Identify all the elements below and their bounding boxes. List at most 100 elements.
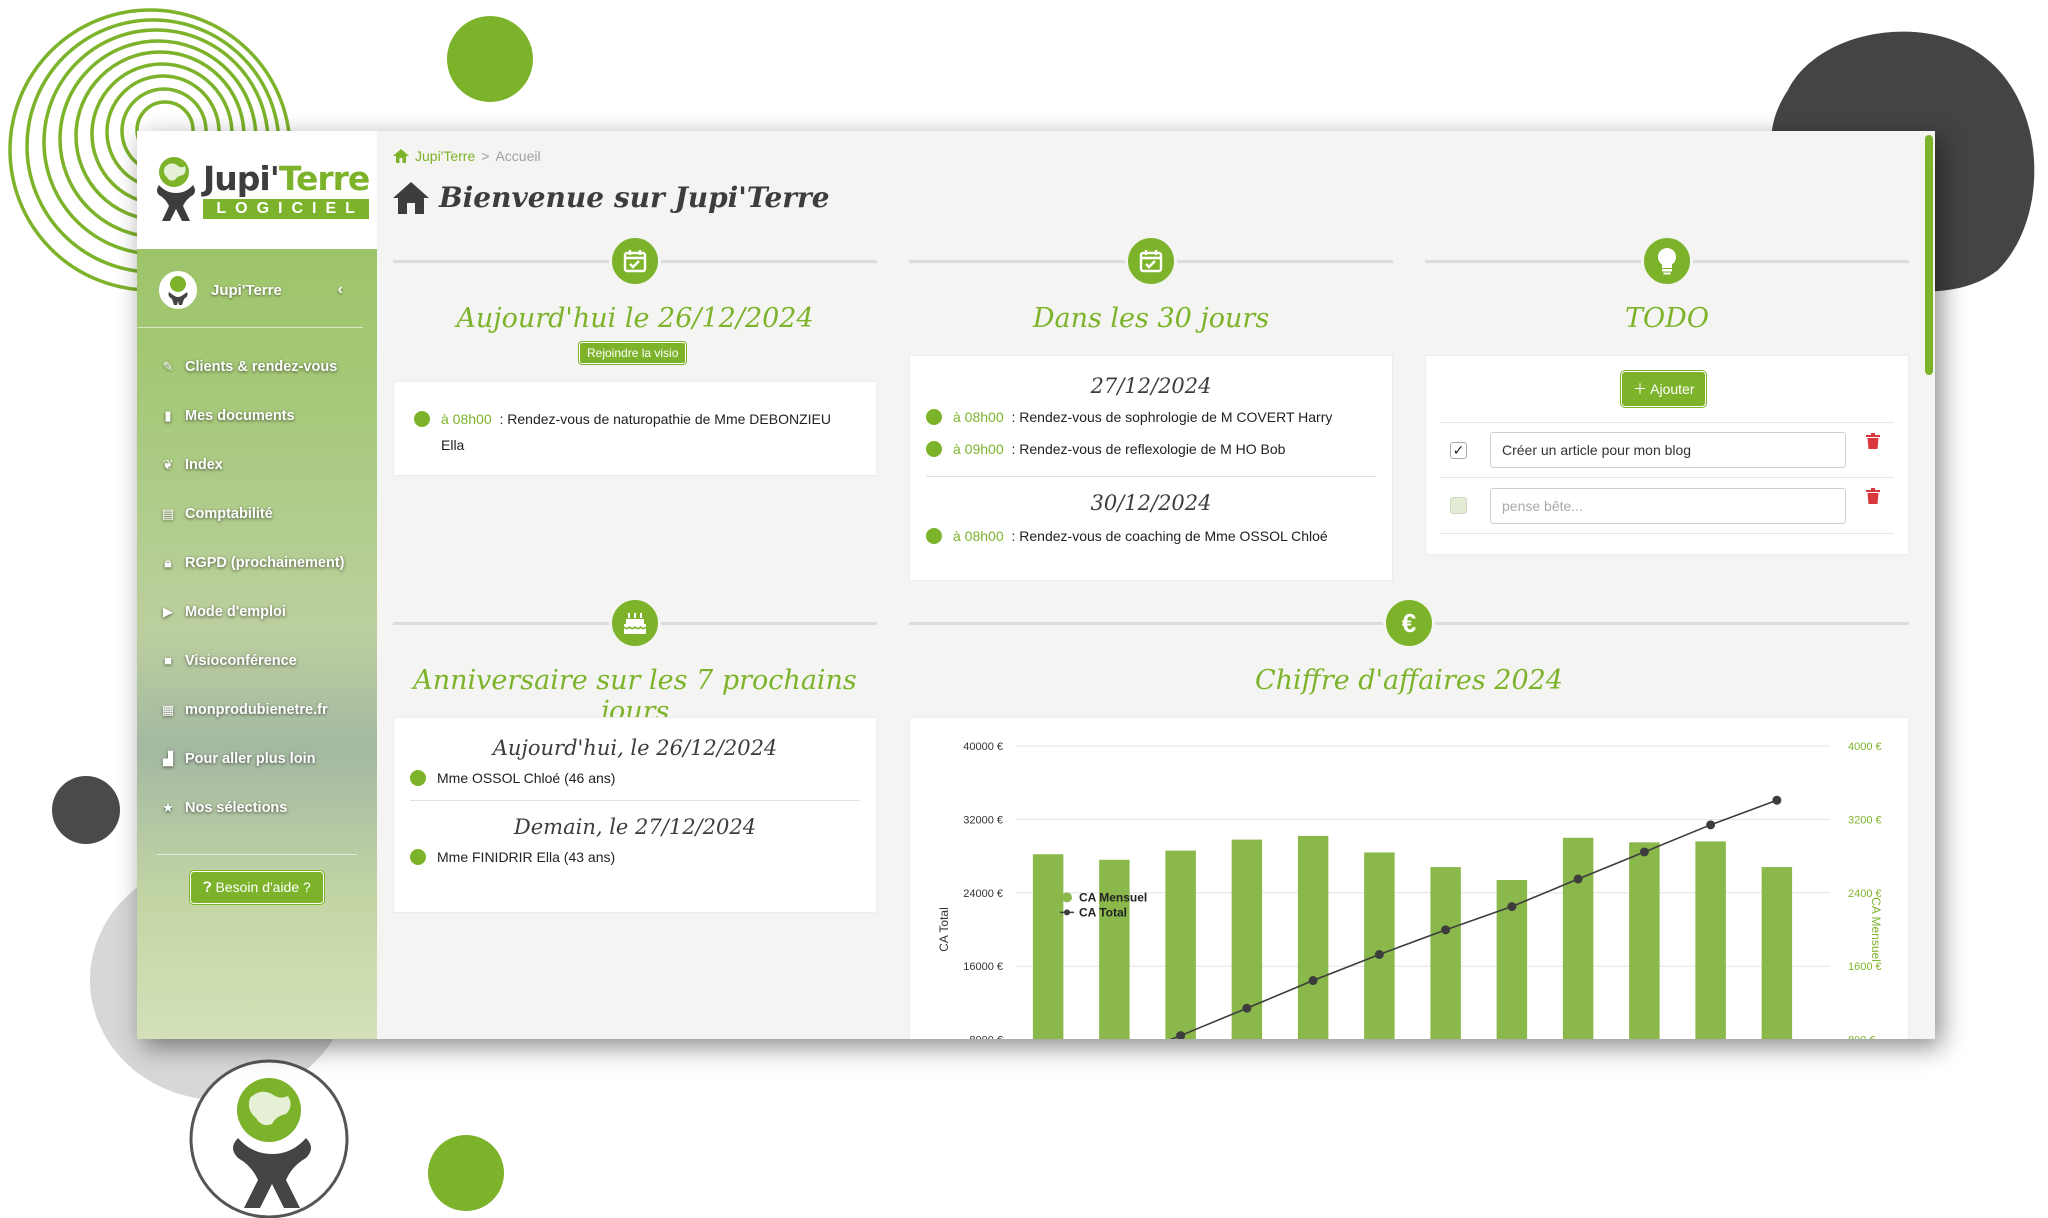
list-item[interactable]: à 08h00 : Rendez-vous de coaching de Mme…: [926, 523, 1376, 549]
day-heading: Aujourd'hui, le 26/12/2024: [492, 736, 778, 760]
list-item[interactable]: à 08h00 : Rendez-vous de sophrologie de …: [926, 404, 1376, 430]
chart-bar: [1430, 867, 1461, 1039]
y-tick-label-right: 800 €: [1848, 1035, 1876, 1039]
user-profile[interactable]: Jupi'Terre ‹: [137, 249, 363, 328]
sidebar-divider: [157, 854, 357, 855]
play-circle-icon: ▶: [163, 603, 173, 619]
todo-card: ＋ Ajouter ✓: [1425, 355, 1909, 555]
breadcrumb-current: Accueil: [495, 148, 541, 164]
next30-section: Dans les 30 jours 27/12/2024 à 08h00 : R…: [909, 235, 1393, 581]
status-dot: [414, 411, 430, 427]
atlas-globe-icon: [157, 157, 195, 221]
join-visio-button[interactable]: Rejoindre la visio: [579, 342, 687, 364]
leaf-icon: ❦: [162, 456, 174, 472]
legend-swatch: [1062, 892, 1072, 903]
birthday-cake-icon: [609, 597, 661, 649]
status-dot: [926, 441, 942, 457]
chart-point: [1441, 925, 1451, 935]
avatar: [159, 271, 197, 309]
help-button[interactable]: ❓︎ Besoin d'aide ?: [190, 871, 324, 904]
day-heading: Demain, le 27/12/2024: [513, 815, 757, 839]
birthdays-section: Anniversaire sur les 7 prochains jours A…: [393, 597, 877, 917]
app-window: Jupi'Terre LOGICIEL Jupi'Terre ‹ ✎ Client…: [137, 131, 1935, 1039]
sidebar-item-monprodubienetre[interactable]: ▦ monprodubienetre.fr: [137, 685, 377, 734]
pencil-icon: ✎: [162, 358, 174, 374]
day-heading: 27/12/2024: [1090, 374, 1212, 398]
sidebar-item-comptabilite[interactable]: ▤ Comptabilité: [137, 489, 377, 538]
sidebar-item-aller-plus-loin[interactable]: ▟ Pour aller plus loin: [137, 734, 377, 783]
list-item[interactable]: Mme OSSOL Chloé (46 ans): [410, 770, 860, 786]
todo-checkbox[interactable]: [1450, 497, 1467, 514]
home-icon: [393, 181, 429, 214]
legend-label: CA Total: [1079, 905, 1127, 919]
legend-swatch: [1064, 909, 1070, 916]
next30-appointments-card: 27/12/2024 à 08h00 : Rendez-vous de soph…: [909, 355, 1393, 581]
sidebar-menu: ✎ Clients & rendez-vous ▮ Mes documents ❦ I…: [137, 328, 377, 832]
todo-new-item: [1440, 478, 1894, 534]
y-tick-label-right: 1600 €: [1848, 961, 1882, 973]
chart-bar: [1695, 841, 1726, 1039]
chevron-left-icon[interactable]: ‹: [338, 281, 343, 299]
scrollbar[interactable]: [1925, 135, 1933, 375]
decorative-dark-dot: [52, 776, 120, 844]
calculator-icon: ▤: [161, 505, 175, 521]
chart-point: [1242, 1003, 1252, 1013]
calendar-check-icon: [1125, 235, 1177, 287]
sidebar-item-rgpd[interactable]: 🔒︎ RGPD (prochainement): [137, 538, 377, 587]
chart-point: [1507, 902, 1517, 912]
status-dot: [926, 528, 942, 544]
globe-atlas-badge: [189, 1059, 349, 1218]
y-axis-label-left: CA Total: [937, 907, 951, 951]
question-circle-icon: ❓︎: [203, 879, 212, 895]
y-tick-label-left: 32000 €: [963, 814, 1003, 826]
y-tick-label-left: 40000 €: [963, 741, 1003, 753]
next30-title: Dans les 30 jours: [1032, 303, 1270, 334]
trash-icon[interactable]: [1866, 488, 1880, 504]
lightbulb-icon: [1641, 235, 1693, 287]
chart-point: [1573, 874, 1583, 884]
chart-bar: [1297, 835, 1329, 1039]
todo-new-input[interactable]: [1490, 487, 1846, 524]
brand-logo[interactable]: Jupi'Terre LOGICIEL: [137, 131, 377, 249]
chart-bar: [1629, 842, 1660, 1039]
revenue-chart: 40000 €4000 €32000 €3200 €24000 €2400 €1…: [937, 741, 1883, 1039]
main-content: Jupi'Terre > Accueil Bienvenue sur Jupi'…: [377, 131, 1935, 1039]
y-tick-label-right: 3200 €: [1848, 814, 1882, 826]
sidebar-item-mode-emploi[interactable]: ▶ Mode d'emploi: [137, 587, 377, 636]
home-icon: [393, 149, 409, 163]
document-icon: ▮: [164, 407, 172, 423]
status-dot: [926, 409, 942, 425]
todo-item: ✓: [1440, 422, 1894, 478]
sidebar-item-selections[interactable]: ★ Nos sélections: [137, 783, 377, 832]
day-heading: 30/12/2024: [1090, 491, 1212, 515]
list-item[interactable]: Mme FINIDRIR Ella (43 ans): [410, 849, 860, 865]
y-tick-label-left: 16000 €: [963, 961, 1003, 973]
brand-name: Jupi'Terre: [203, 159, 370, 198]
sidebar-item-documents[interactable]: ▮ Mes documents: [137, 391, 377, 440]
y-tick-label-right: 4000 €: [1848, 741, 1882, 753]
chart-point: [1706, 820, 1716, 830]
sidebar-item-index[interactable]: ❦ Index: [137, 440, 377, 489]
todo-title: TODO: [1625, 303, 1709, 334]
today-appointments-card: à 08h00 : Rendez-vous de naturopathie de…: [393, 381, 877, 476]
video-camera-icon: ■: [164, 653, 172, 668]
decorative-green-dot: [447, 16, 533, 102]
page-title: Bienvenue sur Jupi'Terre: [393, 181, 830, 214]
add-todo-button[interactable]: ＋ Ajouter: [1621, 371, 1707, 407]
day-divider: [410, 800, 860, 801]
sidebar-item-clients[interactable]: ✎ Clients & rendez-vous: [137, 342, 377, 391]
sidebar-item-visioconference[interactable]: ■ Visioconférence: [137, 636, 377, 685]
todo-text-input[interactable]: [1490, 432, 1846, 468]
breadcrumb-separator: >: [481, 148, 490, 164]
breadcrumb-home[interactable]: Jupi'Terre: [415, 148, 475, 164]
list-item[interactable]: à 08h00 : Rendez-vous de naturopathie de…: [414, 406, 856, 458]
chart-bar: [1364, 852, 1395, 1039]
chart-bar: [1761, 867, 1793, 1039]
lock-icon: 🔒︎: [164, 554, 172, 570]
todo-checkbox[interactable]: ✓: [1450, 441, 1467, 459]
chart-bar: [1562, 837, 1594, 1039]
todo-section: TODO ＋ Ajouter ✓: [1425, 235, 1909, 555]
today-section: Aujourd'hui le 26/12/2024 Rejoindre la v…: [393, 235, 877, 476]
trash-icon[interactable]: [1866, 433, 1880, 449]
list-item[interactable]: à 09h00 : Rendez-vous de reflexologie de…: [926, 436, 1376, 462]
